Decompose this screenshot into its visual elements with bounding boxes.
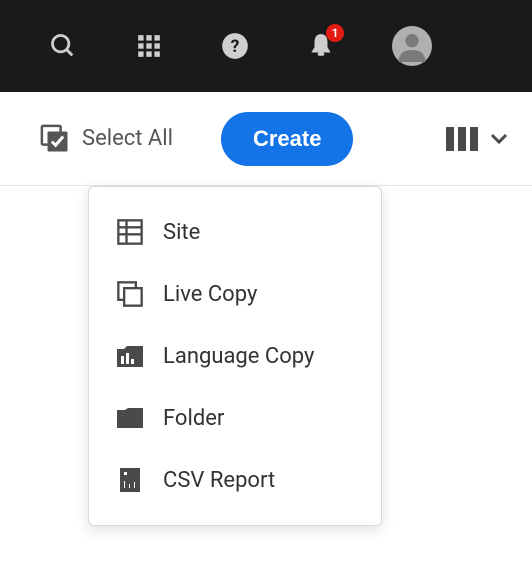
create-button[interactable]: Create: [221, 112, 353, 166]
menu-item-folder[interactable]: Folder: [89, 387, 381, 449]
menu-item-live-copy[interactable]: Live Copy: [89, 263, 381, 325]
site-icon: [115, 217, 145, 247]
menu-item-label: Language Copy: [163, 344, 314, 369]
menu-item-label: Site: [163, 220, 200, 245]
columns-icon: [446, 125, 480, 153]
svg-text:?: ?: [231, 37, 240, 57]
help-button[interactable]: ?: [192, 0, 278, 92]
menu-item-label: CSV Report: [163, 468, 275, 493]
language-copy-icon: [115, 341, 145, 371]
search-button[interactable]: [20, 0, 106, 92]
select-all-label: Select All: [82, 126, 173, 151]
search-icon: [49, 32, 77, 60]
action-bar: Select All Create: [0, 92, 532, 186]
menu-item-site[interactable]: Site: [89, 201, 381, 263]
create-dropdown: Site Live Copy Language Copy: [88, 186, 382, 526]
create-button-label: Create: [253, 126, 321, 151]
notification-badge: 1: [326, 24, 344, 42]
apps-button[interactable]: [106, 0, 192, 92]
help-icon: ?: [221, 32, 249, 60]
chevron-down-icon: [490, 133, 508, 145]
menu-item-label: Folder: [163, 406, 224, 431]
live-copy-icon: [115, 279, 145, 309]
folder-icon: [115, 403, 145, 433]
apps-grid-icon: [136, 33, 162, 59]
select-all-icon: [40, 124, 70, 154]
menu-item-language-copy[interactable]: Language Copy: [89, 325, 381, 387]
menu-item-label: Live Copy: [163, 282, 257, 307]
csv-report-icon: [115, 465, 145, 495]
user-avatar[interactable]: [364, 0, 460, 92]
avatar-icon: [392, 26, 432, 66]
menu-item-csv-report[interactable]: CSV Report: [89, 449, 381, 511]
notifications-button[interactable]: 1: [278, 0, 364, 92]
bell-icon: 1: [308, 32, 334, 60]
top-bar: ? 1: [0, 0, 532, 92]
select-all-button[interactable]: Select All: [40, 124, 173, 154]
view-switcher[interactable]: [446, 125, 508, 153]
